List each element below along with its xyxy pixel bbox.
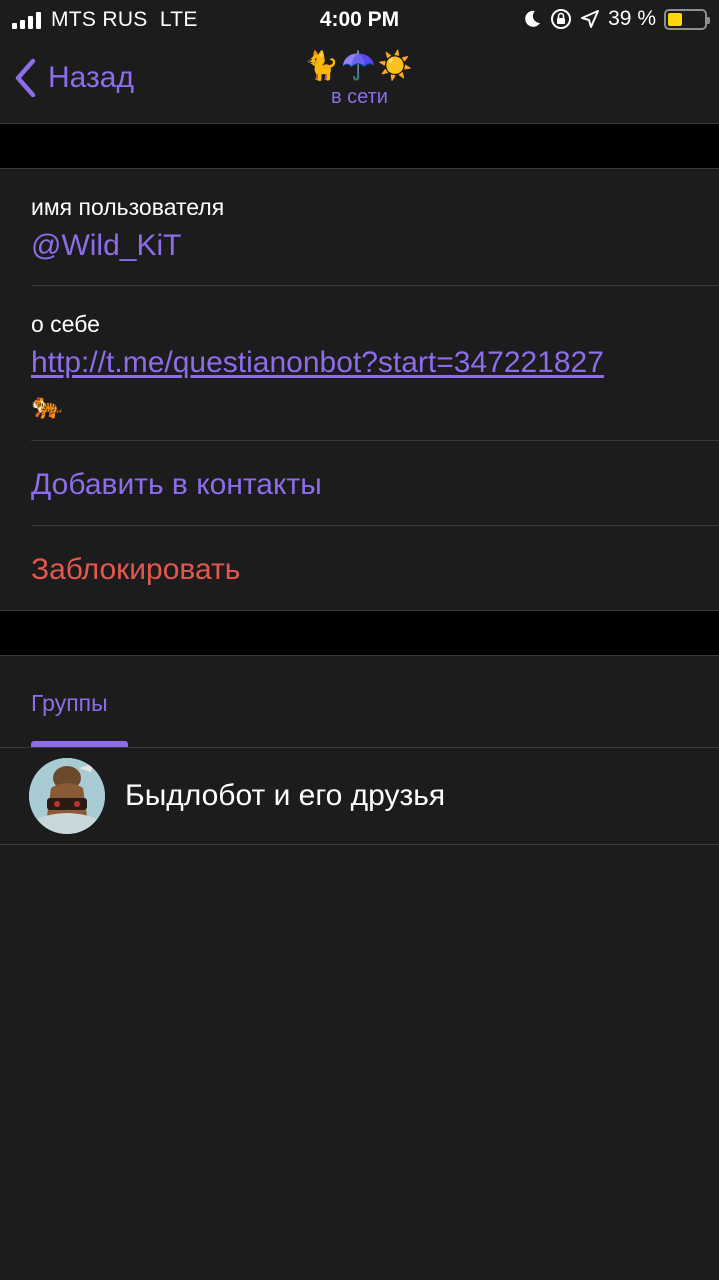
rotation-lock-icon bbox=[551, 9, 572, 29]
username-row[interactable]: имя пользователя @Wild_KiT bbox=[0, 169, 719, 286]
title-emoji: 🐈☂️☀️ bbox=[304, 50, 415, 81]
avatar bbox=[29, 758, 105, 834]
bio-emoji: 🐅 bbox=[31, 390, 64, 420]
tab-groups[interactable]: Группы bbox=[31, 690, 108, 717]
nav-bar: Назад 🐈☂️☀️ в сети bbox=[0, 40, 719, 124]
username-value[interactable]: @Wild_KiT bbox=[31, 229, 181, 263]
username-label: имя пользователя bbox=[31, 194, 225, 220]
list-item[interactable]: Быдлобот и его друзья bbox=[0, 748, 719, 845]
battery-fill bbox=[668, 12, 682, 26]
status-right: 39 % bbox=[522, 7, 710, 31]
block-button[interactable]: Заблокировать bbox=[0, 526, 719, 611]
add-contact-button[interactable]: Добавить в контакты bbox=[0, 441, 719, 526]
battery-percent: 39 % bbox=[608, 7, 656, 30]
bio-label: о себе bbox=[31, 311, 100, 337]
moon-icon bbox=[525, 10, 541, 27]
online-status: в сети bbox=[331, 86, 388, 108]
add-contact-label: Добавить в контакты bbox=[31, 468, 322, 501]
bio-link[interactable]: http://t.me/questianonbot?start=34722182… bbox=[31, 346, 604, 380]
section-separator bbox=[0, 610, 719, 656]
status-bar: MTS RUS LTE 4:00 PM 39 % bbox=[0, 0, 719, 40]
bio-row[interactable]: о себе http://t.me/questianonbot?start=3… bbox=[0, 286, 719, 441]
group-name: Быдлобот и его друзья bbox=[125, 779, 446, 812]
nav-title[interactable]: 🐈☂️☀️ в сети bbox=[0, 48, 719, 109]
media-tabs: Группы bbox=[0, 656, 719, 748]
section-separator bbox=[0, 123, 719, 169]
block-label: Заблокировать bbox=[31, 553, 241, 586]
divider bbox=[0, 844, 719, 845]
battery-icon bbox=[664, 8, 710, 30]
avatar-image bbox=[29, 758, 105, 834]
location-arrow-icon bbox=[581, 10, 600, 28]
